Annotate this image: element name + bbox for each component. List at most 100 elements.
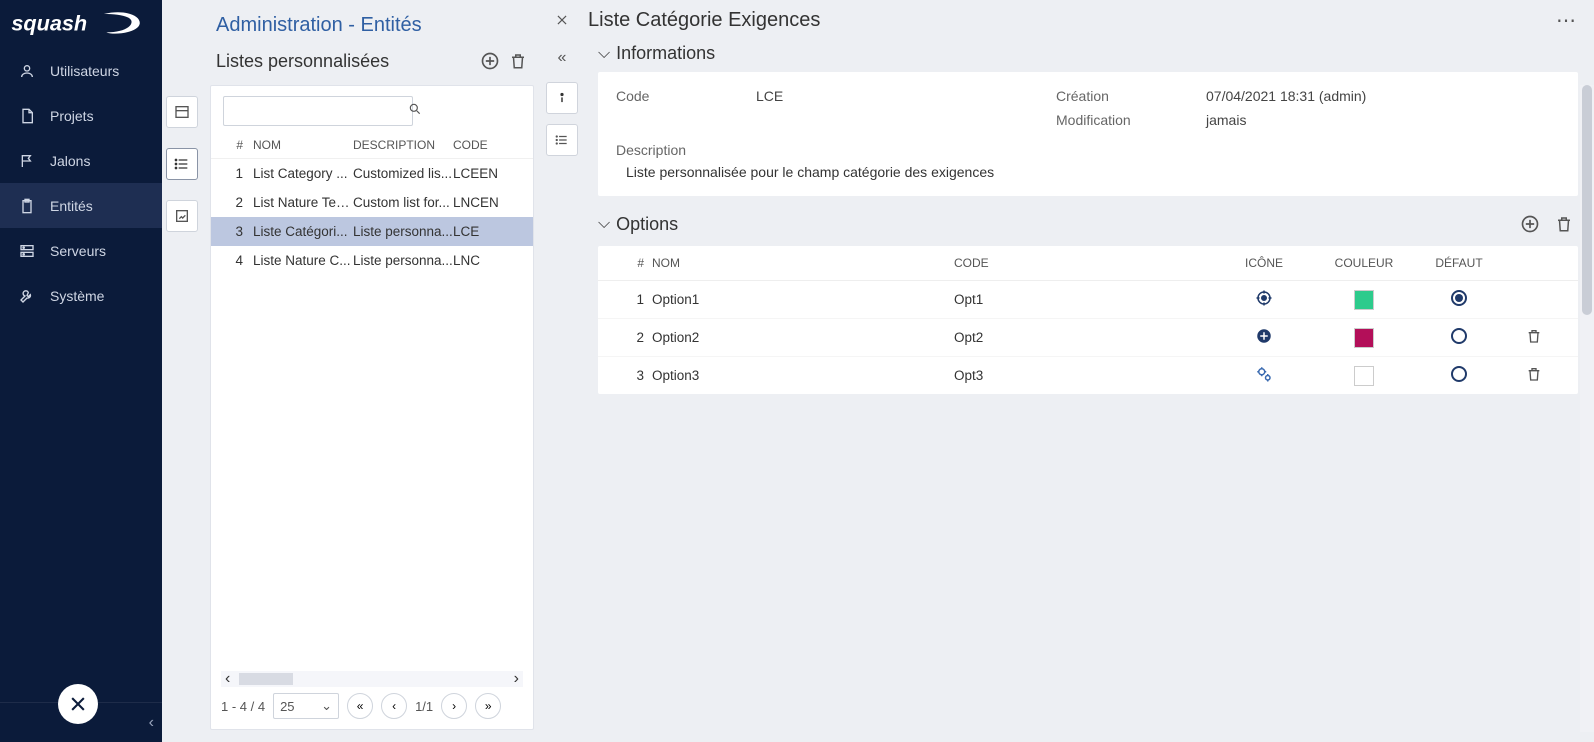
sidebar-item-milestones[interactable]: Jalons (0, 138, 162, 183)
section-title: Options (616, 214, 1510, 235)
pager-page: 1/1 (415, 699, 433, 714)
header-code[interactable]: CODE (453, 138, 521, 152)
row-code: LNC (453, 253, 521, 268)
list-row[interactable]: 2 List Nature Tes... Custom list for... … (211, 188, 533, 217)
pager-range: 1 - 4 / 4 (221, 699, 265, 714)
color-swatch[interactable] (1314, 366, 1414, 386)
main-sidebar: squash Utilisateurs Projets Jalons Entit… (0, 0, 162, 742)
opt-nom[interactable]: Option2 (652, 330, 954, 345)
color-swatch[interactable] (1314, 328, 1414, 348)
collapse-detail-button[interactable]: « (548, 44, 576, 72)
opt-num: 1 (612, 292, 652, 307)
opt-num: 2 (612, 330, 652, 345)
search-input[interactable] (232, 104, 408, 119)
option-row[interactable]: 3 Option3 Opt3 (598, 357, 1578, 394)
plus-circle-icon[interactable] (1214, 327, 1314, 348)
field-label-creation: Création (1056, 88, 1206, 104)
more-menu-button[interactable]: ⋯ (1556, 8, 1578, 33)
default-radio[interactable] (1414, 328, 1504, 347)
list-row[interactable]: 3 Liste Catégori... Liste personna... LC… (211, 217, 533, 246)
opt-header-color[interactable]: COULEUR (1314, 256, 1414, 270)
option-row[interactable]: 2 Option2 Opt2 (598, 319, 1578, 357)
rail-templates[interactable] (166, 200, 198, 232)
color-swatch[interactable] (1314, 290, 1414, 310)
sidebar-label: Jalons (50, 153, 90, 169)
opt-nom[interactable]: Option3 (652, 368, 954, 383)
opt-code[interactable]: Opt2 (954, 330, 1214, 345)
delete-row-button[interactable] (1526, 332, 1542, 347)
opt-nom[interactable]: Option1 (652, 292, 954, 307)
scrollbar-thumb[interactable] (1582, 85, 1592, 315)
tab-info[interactable] (546, 82, 578, 114)
scrollbar-thumb[interactable] (239, 673, 293, 685)
header-desc[interactable]: DESCRIPTION (353, 138, 453, 152)
row-nom: Liste Catégori... (253, 224, 353, 239)
horizontal-scrollbar[interactable]: ‹ › (221, 671, 523, 687)
opt-code[interactable]: Opt1 (954, 292, 1214, 307)
row-desc: Custom list for... (353, 195, 453, 210)
option-row[interactable]: 1 Option1 Opt1 (598, 281, 1578, 319)
section-options[interactable]: ⌵ Options (598, 210, 1578, 238)
close-detail-button[interactable] (548, 6, 576, 34)
sidebar-item-servers[interactable]: Serveurs (0, 228, 162, 273)
cogs-icon[interactable] (1214, 365, 1314, 386)
sidebar-item-users[interactable]: Utilisateurs (0, 48, 162, 93)
pager-next[interactable]: › (441, 693, 467, 719)
flag-icon (18, 152, 36, 170)
search-icon[interactable] (408, 102, 422, 121)
field-value-modif: jamais (1206, 112, 1560, 128)
chevron-down-icon: ⌵ (598, 45, 610, 63)
row-nom: Liste Nature C... (253, 253, 353, 268)
delete-row-button[interactable] (1526, 370, 1542, 385)
row-num: 3 (223, 224, 253, 239)
delete-option-button[interactable] (1550, 210, 1578, 238)
opt-header-code[interactable]: CODE (954, 256, 1214, 270)
opt-header-num: # (612, 256, 652, 270)
header-nom[interactable]: NOM (253, 138, 353, 152)
add-option-button[interactable] (1516, 210, 1544, 238)
opt-header-default[interactable]: DÉFAUT (1414, 256, 1504, 270)
close-admin-button[interactable] (58, 684, 98, 724)
row-nom: List Nature Tes... (253, 195, 353, 210)
pager-prev[interactable]: ‹ (381, 693, 407, 719)
field-label-code: Code (616, 88, 756, 104)
detail-panel: Liste Catégorie Exigences ⋯ ⌵ Informatio… (582, 0, 1594, 742)
row-desc: Customized lis... (353, 166, 453, 181)
row-nom: List Category ... (253, 166, 353, 181)
pager-first[interactable]: « (347, 693, 373, 719)
list-row[interactable]: 4 Liste Nature C... Liste personna... LN… (211, 246, 533, 275)
sidebar-item-entities[interactable]: Entités (0, 183, 162, 228)
field-value-desc[interactable]: Liste personnalisée pour le champ catégo… (616, 164, 1560, 180)
rail-custom-fields[interactable] (166, 96, 198, 128)
clipboard-icon (18, 197, 36, 215)
page-size-select[interactable]: 25⌄ (273, 693, 339, 719)
chevron-double-left-icon: « (558, 49, 567, 67)
row-desc: Liste personna... (353, 253, 453, 268)
list-title: Listes personnalisées (216, 51, 476, 72)
tab-options[interactable] (546, 124, 578, 156)
target-icon[interactable] (1214, 289, 1314, 310)
sidebar-item-projects[interactable]: Projets (0, 93, 162, 138)
pager-last[interactable]: » (475, 693, 501, 719)
header-num: # (223, 138, 253, 152)
default-radio[interactable] (1414, 290, 1504, 309)
file-icon (18, 107, 36, 125)
sidebar-item-system[interactable]: Système (0, 273, 162, 318)
sidebar-label: Utilisateurs (50, 63, 119, 79)
list-row[interactable]: 1 List Category ... Customized lis... LC… (211, 159, 533, 188)
rail-custom-lists[interactable] (166, 148, 198, 180)
field-value-code[interactable]: LCE (756, 88, 1056, 104)
opt-num: 3 (612, 368, 652, 383)
delete-list-button[interactable] (504, 47, 532, 75)
default-radio[interactable] (1414, 366, 1504, 385)
add-list-button[interactable] (476, 47, 504, 75)
vertical-scrollbar[interactable] (1580, 85, 1594, 732)
sidebar-label: Serveurs (50, 243, 106, 259)
opt-code[interactable]: Opt3 (954, 368, 1214, 383)
opt-header-nom[interactable]: NOM (652, 256, 954, 270)
row-num: 4 (223, 253, 253, 268)
opt-header-icon[interactable]: ICÔNE (1214, 256, 1314, 270)
wrench-icon (18, 287, 36, 305)
field-label-modif: Modification (1056, 112, 1206, 128)
section-informations[interactable]: ⌵ Informations (598, 43, 1578, 64)
